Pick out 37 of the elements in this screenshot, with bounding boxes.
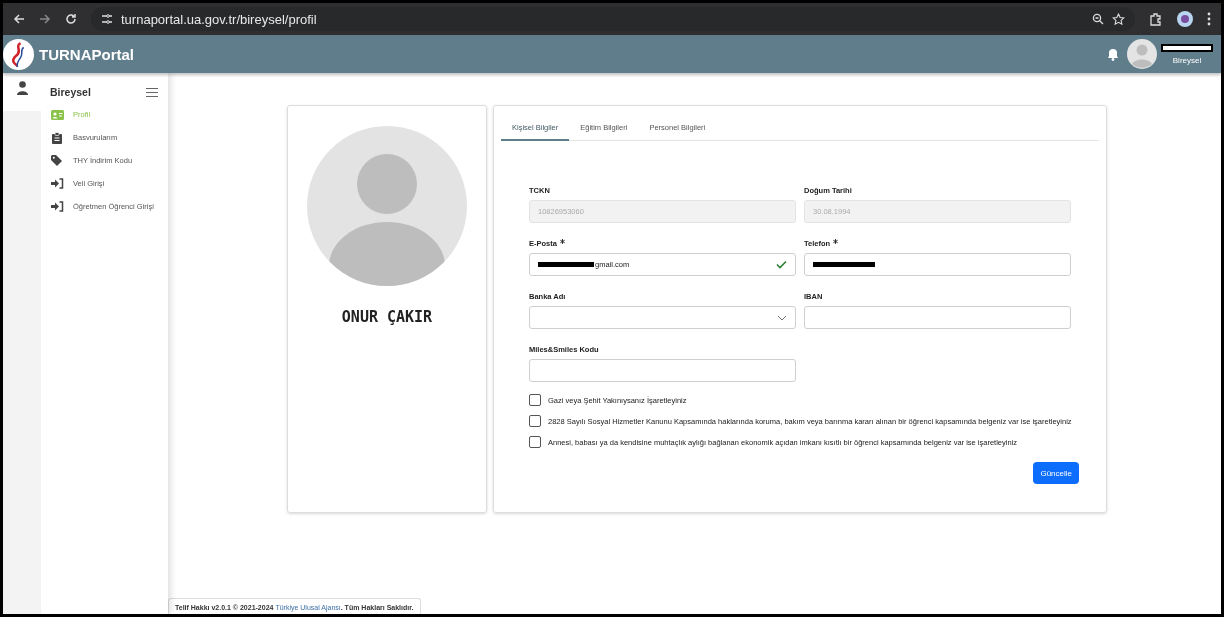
tag-icon	[51, 155, 63, 166]
checkbox[interactable]	[529, 394, 541, 406]
forward-icon[interactable]	[39, 13, 51, 25]
clipboard-icon	[52, 131, 62, 144]
more-menu-icon[interactable]	[1207, 12, 1211, 26]
brand-name[interactable]: TURNAPortal	[39, 45, 134, 63]
url-text[interactable]: turnaportal.ua.gov.tr/bireysel/profil	[121, 11, 317, 27]
reload-icon[interactable]	[65, 13, 77, 25]
logo-icon	[3, 38, 34, 70]
update-button[interactable]: Güncelle	[1033, 462, 1079, 484]
user-role: Bireysel	[1172, 55, 1202, 65]
id-card-icon	[50, 109, 64, 120]
required-asterisk-icon	[559, 239, 565, 244]
input-field[interactable]	[804, 306, 1071, 329]
chevron-down-icon	[777, 314, 787, 321]
bookmark-star-icon[interactable]	[1112, 12, 1125, 26]
sign-in-icon	[50, 201, 64, 212]
back-icon[interactable]	[13, 13, 25, 25]
redacted-name	[1161, 43, 1213, 52]
sidebar-title: Bireysel	[50, 86, 91, 98]
input-field[interactable]	[804, 253, 1071, 276]
sign-in-icon	[50, 178, 64, 189]
user-avatar-icon[interactable]	[1127, 39, 1157, 69]
profile-name: ONUR ÇAKIR	[341, 308, 433, 326]
select-field[interactable]	[529, 306, 796, 329]
site-settings-icon[interactable]	[101, 14, 113, 24]
zoom-icon[interactable]	[1092, 13, 1104, 25]
input-field[interactable]	[529, 359, 796, 382]
checkbox[interactable]	[529, 436, 541, 448]
extensions-icon[interactable]	[1149, 12, 1163, 26]
menu-icon[interactable]	[146, 87, 158, 97]
checkbox[interactable]	[529, 415, 541, 427]
profile-avatar-icon[interactable]	[1177, 11, 1193, 27]
user-icon[interactable]	[16, 81, 28, 95]
avatar-placeholder-icon	[307, 126, 467, 286]
required-asterisk-icon	[833, 239, 839, 244]
notification-bell-icon[interactable]	[1107, 47, 1119, 61]
